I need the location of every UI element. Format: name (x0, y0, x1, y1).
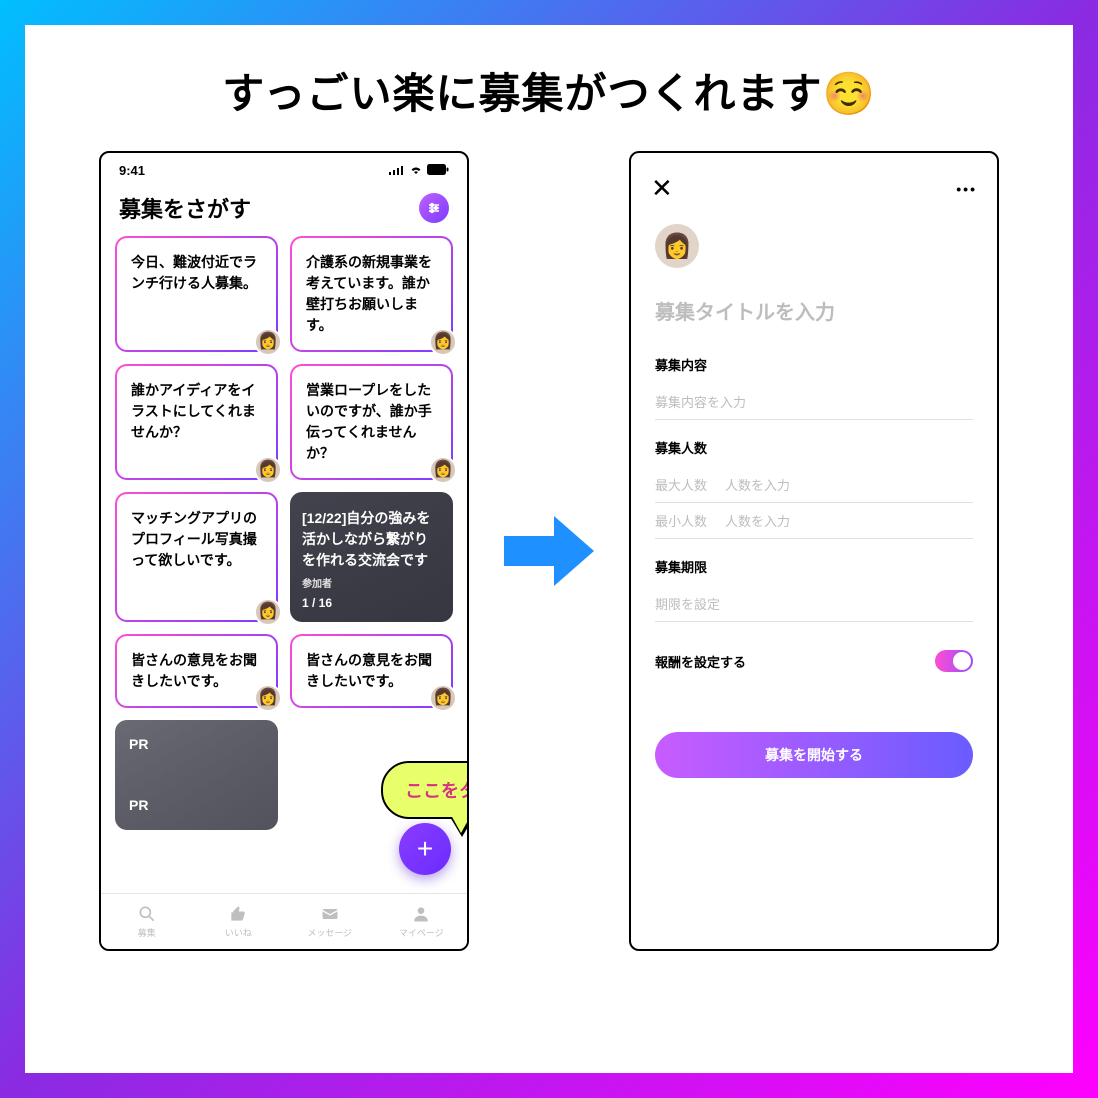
post-text: 今日、難波付近でランチ行ける人募集。 (131, 254, 257, 291)
placeholder-text: 人数を入力 (725, 475, 790, 494)
post-card[interactable]: 営業ロープレをしたいのですが、誰か手伝ってくれませんか？ 👩 (290, 364, 453, 480)
user-avatar: 👩 (655, 224, 699, 268)
post-card[interactable]: 今日、難波付近でランチ行ける人募集。 👩 (115, 236, 278, 352)
tab-browse[interactable]: 募集 (101, 894, 193, 949)
placeholder-text: 募集内容を入力 (655, 392, 746, 411)
placeholder-text: 人数を入力 (725, 511, 790, 530)
max-label: 最大人数 (655, 475, 707, 494)
reward-toggle[interactable] (935, 650, 973, 672)
status-bar: 9:41 (101, 153, 467, 182)
content-input[interactable]: 募集内容を入力 (655, 384, 973, 420)
post-text: [12/22]自分の強みを活かしながら繋がりを作れる交流会です (302, 510, 430, 568)
avatar: 👩 (254, 456, 282, 484)
tab-label: メッセージ (307, 926, 352, 939)
tab-label: マイページ (399, 926, 444, 939)
filter-button[interactable] (419, 193, 449, 223)
reward-label: 報酬を設定する (655, 652, 746, 671)
post-text: 誰かアイディアをイラストにしてくれませんか？ (131, 382, 256, 440)
placeholder-text: 期限を設定 (655, 594, 720, 613)
status-icons (389, 163, 449, 178)
pr-tag: PR (129, 795, 266, 816)
tab-label: いいね (225, 926, 252, 939)
more-button[interactable]: ••• (956, 181, 977, 197)
min-label: 最小人数 (655, 511, 707, 530)
plus-icon: + (417, 833, 433, 865)
max-count-input[interactable]: 最大人数 人数を入力 (655, 467, 973, 503)
signal-icon (389, 163, 405, 178)
close-button[interactable]: ✕ (651, 173, 673, 204)
participants-label: 参加者 (302, 577, 441, 592)
post-text: 介護系の新規事業を考えています。誰か壁打ちお願いします。 (306, 254, 432, 333)
post-text: 皆さんの意見をお聞きしたいです。 (306, 652, 432, 689)
content-label: 募集内容 (655, 355, 973, 374)
post-card[interactable]: マッチングアプリのプロフィール写真撮って欲しいです。 👩 (115, 492, 278, 622)
tab-bar: 募集 いいね メッセージ マイページ (101, 893, 467, 949)
browse-screen: 9:41 募集をさがす (99, 151, 469, 951)
avatar: 👩 (254, 598, 282, 626)
avatar: 👩 (429, 328, 457, 356)
count-label: 募集人数 (655, 438, 973, 457)
submit-button[interactable]: 募集を開始する (655, 732, 973, 778)
post-text: 営業ロープレをしたいのですが、誰か手伝ってくれませんか？ (306, 382, 432, 461)
tap-callout: ここをタップ (381, 761, 469, 819)
tab-message[interactable]: メッセージ (284, 894, 376, 949)
post-card[interactable]: 誰かアイディアをイラストにしてくれませんか？ 👩 (115, 364, 278, 480)
battery-icon (427, 163, 449, 178)
min-count-input[interactable]: 最小人数 人数を入力 (655, 503, 973, 539)
arrow-icon (499, 516, 599, 586)
post-card[interactable]: 介護系の新規事業を考えています。誰か壁打ちお願いします。 👩 (290, 236, 453, 352)
post-card[interactable]: 皆さんの意見をお聞きしたいです。 👩 (115, 634, 278, 708)
avatar: 👩 (429, 684, 457, 712)
status-time: 9:41 (119, 163, 145, 178)
post-text: 皆さんの意見をお聞きしたいです。 (131, 652, 257, 689)
pr-card[interactable]: PR PR (115, 720, 278, 830)
avatar: 👩 (429, 456, 457, 484)
deadline-input[interactable]: 期限を設定 (655, 586, 973, 622)
tab-mypage[interactable]: マイページ (376, 894, 468, 949)
pr-tag: PR (129, 734, 266, 755)
mail-icon (320, 904, 340, 924)
participants-count: 1 / 16 (302, 594, 441, 612)
avatar: 👩 (254, 328, 282, 356)
search-icon (137, 904, 157, 924)
post-text: マッチングアプリのプロフィール写真撮って欲しいです。 (131, 510, 257, 568)
event-card[interactable]: [12/22]自分の強みを活かしながら繋がりを作れる交流会です 参加者 1 / … (290, 492, 453, 622)
create-fab[interactable]: + (399, 823, 451, 875)
headline: すっごい楽に募集がつくれます☺️ (65, 60, 1033, 121)
avatar: 👩 (254, 684, 282, 712)
screen-title: 募集をさがす (119, 192, 251, 224)
wifi-icon (409, 163, 423, 178)
person-icon (411, 904, 431, 924)
post-card[interactable]: 皆さんの意見をお聞きしたいです。 👩 (290, 634, 453, 708)
thumbs-up-icon (228, 904, 248, 924)
create-screen: ✕ ••• 👩 募集タイトルを入力 募集内容 募集内容を入力 募集人数 最大人数… (629, 151, 999, 951)
tab-like[interactable]: いいね (193, 894, 285, 949)
title-input[interactable]: 募集タイトルを入力 (655, 296, 973, 325)
deadline-label: 募集期限 (655, 557, 973, 576)
tab-label: 募集 (138, 926, 156, 939)
